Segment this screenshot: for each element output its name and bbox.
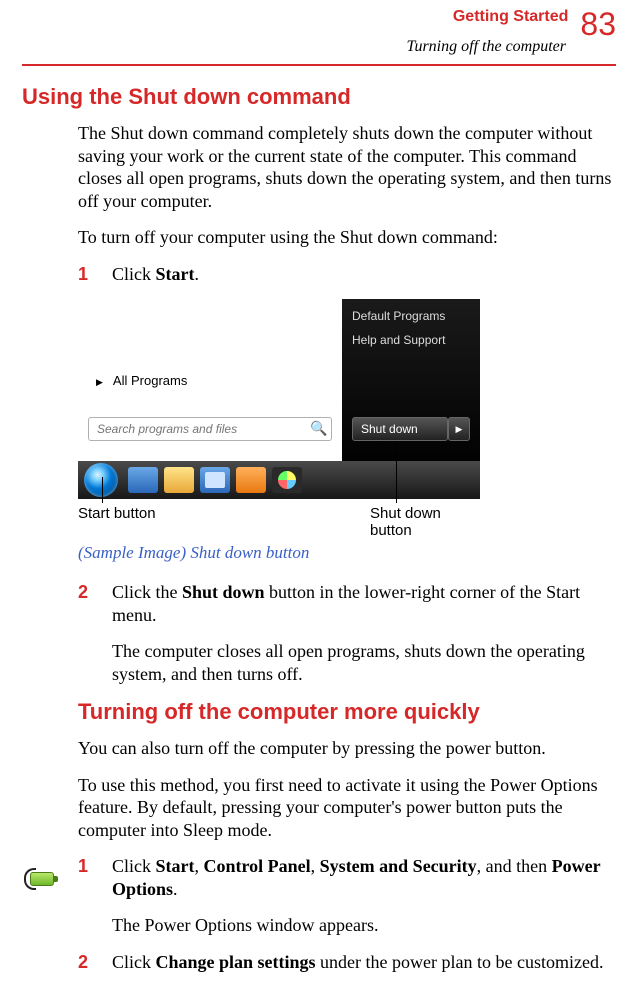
step-item: 2 Click Change plan settings under the p…: [78, 951, 616, 974]
step-result: The computer closes all open programs, s…: [112, 640, 616, 685]
taskbar-explorer-icon[interactable]: [164, 467, 194, 493]
taskbar-mediaplayer-icon[interactable]: [200, 467, 230, 493]
step-result: The Power Options window appears.: [112, 914, 616, 937]
taskbar-paint-icon[interactable]: [272, 467, 302, 493]
battery-margin-icon: [24, 866, 58, 892]
taskbar-folder-icon[interactable]: [236, 467, 266, 493]
body-paragraph: To use this method, you first need to ac…: [78, 774, 616, 842]
step-item: 2 Click the Shut down button in the lowe…: [78, 581, 616, 626]
callout-lines: Start button Shut down button: [78, 503, 480, 541]
step-number: 1: [78, 855, 102, 878]
chapter-label: Getting Started: [453, 8, 569, 26]
all-programs-link[interactable]: All Programs: [96, 373, 187, 388]
chapter-subtitle: Turning off the computer: [22, 38, 566, 56]
image-caption: (Sample Image) Shut down button: [78, 543, 638, 563]
start-menu-right-pane: Default Programs Help and Support: [342, 299, 480, 473]
shutdown-button[interactable]: Shut down: [352, 417, 448, 441]
taskbar-ie-icon[interactable]: [128, 467, 158, 493]
step-number: 2: [78, 581, 102, 604]
step-item: 1 Click Start.: [78, 263, 616, 286]
body-paragraph: To turn off your computer using the Shut…: [78, 226, 616, 249]
page-number: 83: [580, 8, 616, 40]
step-number: 1: [78, 263, 102, 286]
step-item: 1 Click Start, Control Panel, System and…: [78, 855, 616, 900]
start-button[interactable]: [84, 463, 118, 497]
header-rule: [22, 64, 616, 66]
search-input[interactable]: [88, 417, 332, 441]
callout-start-button: Start button: [78, 505, 156, 522]
sample-image-start-menu: Default Programs Help and Support All Pr…: [78, 299, 480, 499]
body-paragraph: You can also turn off the computer by pr…: [78, 737, 616, 760]
step-number: 2: [78, 951, 102, 974]
taskbar: [78, 461, 480, 499]
section-heading-shutdown: Using the Shut down command: [22, 84, 616, 110]
menu-item-help-support[interactable]: Help and Support: [342, 323, 480, 347]
menu-item-default-programs[interactable]: Default Programs: [342, 299, 480, 323]
body-paragraph: The Shut down command completely shuts d…: [78, 122, 616, 212]
search-icon: 🔍: [310, 421, 326, 437]
section-heading-quick-off: Turning off the computer more quickly: [78, 699, 616, 725]
callout-shutdown-button: Shut down button: [370, 505, 480, 539]
shutdown-menu-arrow-icon[interactable]: ▶: [448, 417, 470, 441]
